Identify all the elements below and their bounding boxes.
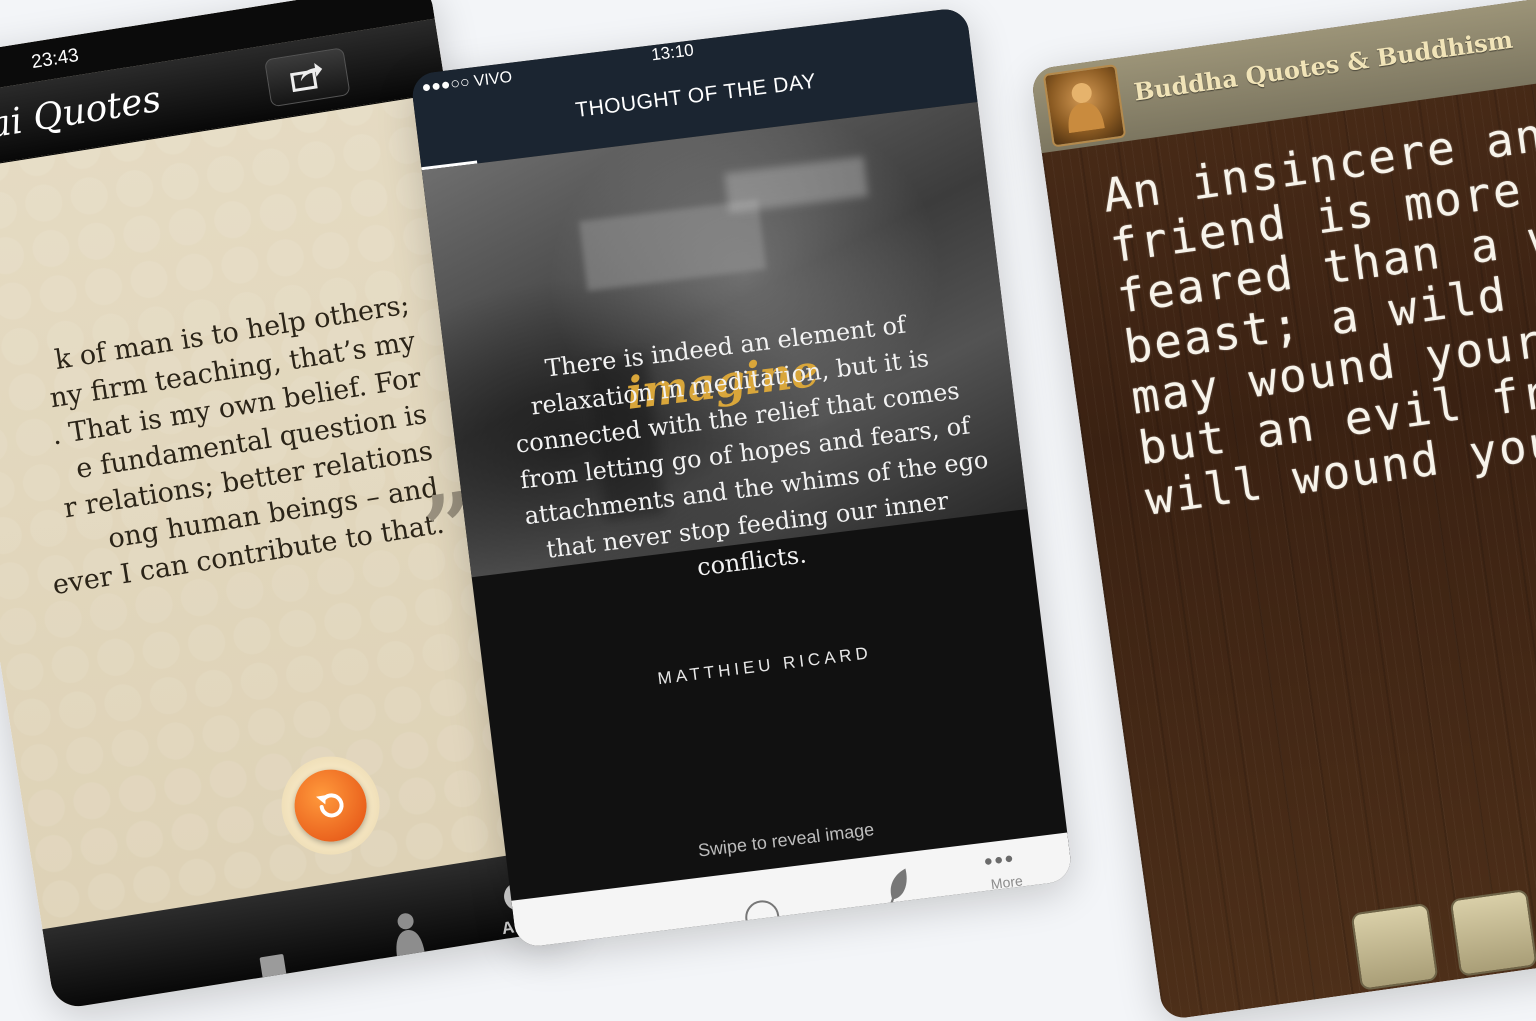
praying-person-icon[interactable]: [384, 909, 430, 959]
quote-author: MATTHIEU RICARD: [656, 643, 873, 689]
quote-text: k of man is to help others; ny firm teac…: [0, 286, 447, 608]
refresh-button[interactable]: [274, 749, 387, 862]
buddha-thumbnail: [1042, 63, 1127, 148]
app-title: Buddha Quotes & Buddhism: [1132, 24, 1515, 107]
status-time: 23:43: [30, 44, 81, 74]
clock-icon[interactable]: [743, 898, 782, 937]
book-icon[interactable]: [259, 953, 288, 988]
social-share-button[interactable]: [1350, 902, 1439, 991]
app-title: lai Quotes: [0, 78, 164, 149]
tab-more[interactable]: More: [990, 872, 1024, 892]
carrier-status: ●●●○○ VIVO: [420, 68, 514, 97]
buddha-icon: [1068, 83, 1105, 134]
quote-text: There is indeed an element of relaxation…: [505, 302, 990, 606]
refresh-button-face: [289, 764, 372, 847]
page-title: THOUGHT OF THE DAY: [574, 69, 818, 123]
more-icon[interactable]: •••: [983, 845, 1017, 877]
refresh-icon: [316, 793, 344, 818]
tab-bar: i About: [42, 846, 579, 1011]
photo-shape: [724, 156, 869, 214]
status-time: 13:10: [650, 40, 695, 65]
share-button[interactable]: [264, 47, 351, 108]
share-icon: [290, 63, 323, 93]
buddha-quotes-screen: Buddha Quotes & Buddhism An insincere an…: [1030, 0, 1536, 1021]
thought-of-the-day-screen: ●●●○○ VIVO 13:10 THOUGHT OF THE DAY imag…: [410, 6, 1074, 949]
feather-icon[interactable]: [880, 866, 915, 909]
twitter-share-button[interactable]: [1449, 888, 1536, 977]
photo-shape: [579, 199, 767, 291]
chalk-quote: An insincere and ev friend is more to b …: [1099, 91, 1536, 526]
